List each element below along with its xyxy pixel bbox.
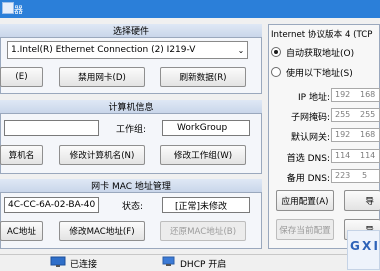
chevron-down-icon[interactable]: ⌄ — [234, 41, 248, 59]
mac-address-input[interactable]: 4C-CC-6A-02-BA-40 — [4, 197, 99, 213]
dhcp-status: DHCP 开启 — [180, 260, 227, 270]
preferred-dns-field[interactable]: 114 114 — [331, 149, 380, 163]
mac-left-button[interactable]: AC地址 — [0, 221, 43, 241]
radio-manual-address[interactable] — [271, 67, 281, 77]
hardware-left-button[interactable]: (E) — [0, 67, 43, 87]
ip-octet-1: 192 — [335, 90, 351, 99]
adapter-select[interactable]: 1.Intel(R) Ethernet Connection (2) I219-… — [7, 41, 248, 59]
workgroup-input[interactable]: WorkGroup — [162, 120, 250, 136]
restore-mac-button[interactable]: 还原MAC地址(B) — [160, 221, 246, 241]
radio-selected-dot — [274, 50, 278, 54]
adapter-select-value: 1.Intel(R) Ethernet Connection (2) I219-… — [11, 45, 196, 55]
preferred-dns-label: 首选 DNS: — [286, 154, 330, 164]
modify-computer-name-button[interactable]: 修改计算机名(N) — [59, 145, 145, 165]
ipv4-header: Internet 协议版本 4 (TCP — [271, 30, 373, 40]
mac-status-value: [正常]未修改 — [162, 197, 250, 213]
radio-manual-label[interactable]: 使用以下地址(S) — [286, 66, 353, 79]
gateway-label: 默认网关: — [290, 133, 330, 143]
computer-name-input[interactable] — [4, 120, 99, 136]
gateway-octet-1: 192 — [335, 130, 351, 139]
mask-octet-2: 255 — [360, 110, 376, 119]
dhcp-icon — [162, 256, 176, 268]
modify-workgroup-button[interactable]: 修改工作组(W) — [160, 145, 246, 165]
watermark-text: G X I — [350, 239, 378, 253]
dns1-octet-2: 114 — [360, 151, 376, 160]
subnet-mask-label: 子网掩码: — [290, 113, 330, 123]
app-icon — [2, 2, 14, 14]
dns1-octet-1: 114 — [335, 151, 351, 160]
refresh-data-button[interactable]: 刷新数据(R) — [160, 67, 246, 87]
computer-name-left-button[interactable]: 算机名 — [0, 145, 43, 165]
workgroup-label: 工作组: — [116, 124, 147, 135]
radio-auto-address[interactable] — [271, 47, 281, 57]
ip-octet-2: 168 — [360, 90, 376, 99]
alternate-dns-label: 备用 DNS: — [286, 174, 330, 184]
modify-mac-button[interactable]: 修改MAC地址(F) — [59, 221, 145, 241]
title-bar — [0, 0, 380, 18]
connection-status: 已连接 — [70, 260, 98, 270]
mac-header: 网卡 MAC 地址管理 — [0, 179, 262, 193]
window-title: 器 — [14, 6, 24, 16]
apply-config-button[interactable]: 应用配置(A) — [276, 190, 334, 211]
alternate-dns-field[interactable]: 223 5 — [331, 169, 380, 183]
gateway-octet-2: 168 — [360, 130, 376, 139]
ip-address-label: IP 地址: — [298, 93, 330, 103]
hardware-header: 选择硬件 — [0, 24, 262, 38]
gateway-field[interactable]: 192 168 — [331, 128, 380, 142]
dns2-octet-2: 5 — [362, 171, 368, 180]
disable-adapter-button[interactable]: 禁用网卡(D) — [59, 67, 145, 87]
network-connected-icon — [50, 256, 66, 268]
mac-status-label: 状态: — [122, 201, 144, 212]
watermark-logo: G X I — [347, 230, 380, 270]
dns2-octet-1: 223 — [335, 171, 351, 180]
mask-octet-1: 255 — [335, 110, 351, 119]
save-config-button[interactable]: 保存当前配置 — [276, 219, 334, 240]
subnet-mask-field[interactable]: 255 255 — [331, 108, 380, 122]
computer-header: 计算机信息 — [0, 100, 262, 114]
radio-auto-label[interactable]: 自动获取地址(O) — [286, 46, 354, 59]
ip-address-field[interactable]: 192 168 — [331, 88, 380, 102]
import-button[interactable]: 导 — [344, 190, 380, 211]
